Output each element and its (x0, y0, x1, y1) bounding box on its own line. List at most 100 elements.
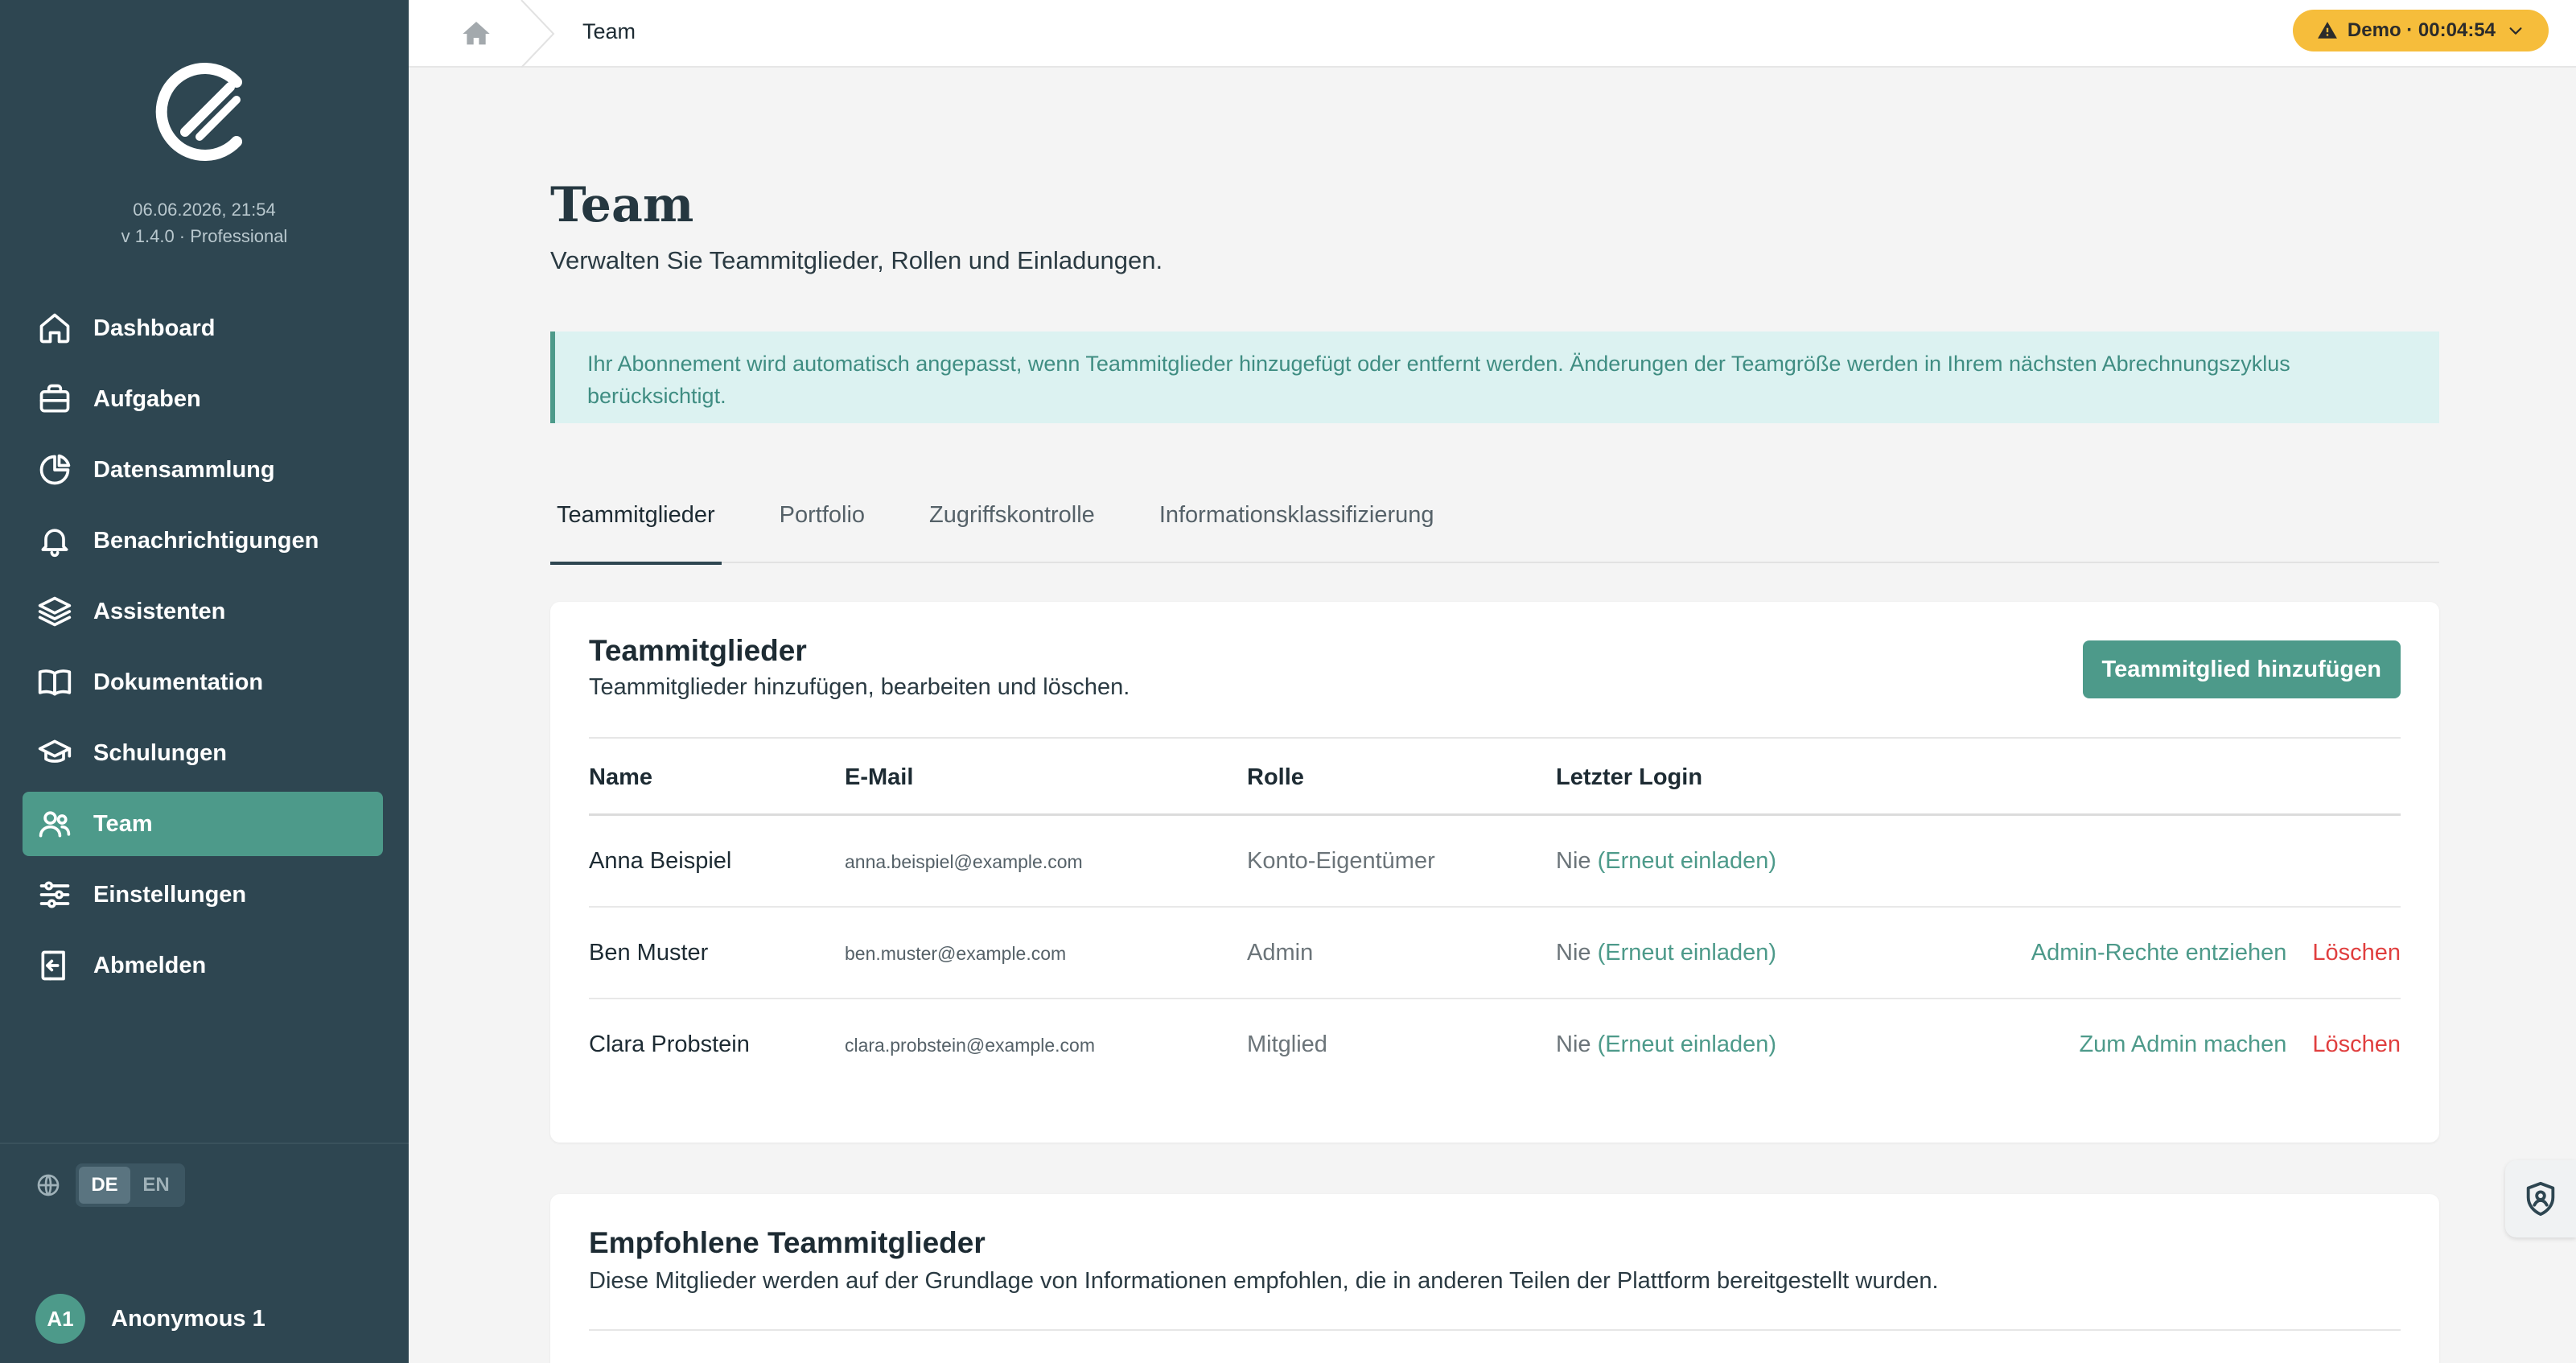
sidebar-item-abmelden[interactable]: Abmelden (23, 933, 383, 998)
member-email: clara.probstein@example.com (845, 1035, 1095, 1056)
warning-icon (2318, 22, 2337, 39)
home-icon (37, 311, 72, 346)
subscription-alert: Ihr Abonnement wird automatisch angepass… (550, 331, 2439, 423)
graduation-cap-icon (37, 735, 72, 771)
sidebar-item-label: Aufgaben (93, 385, 201, 412)
member-email: anna.beispiel@example.com (845, 851, 1083, 872)
table-row: Anna Beispiel anna.beispiel@example.com … (589, 816, 2401, 908)
sidebar-item-schulungen[interactable]: Schulungen (23, 721, 383, 785)
tab-bar: Teammitglieder Portfolio Zugriffskontrol… (550, 494, 2439, 565)
member-role: Admin (1247, 940, 1314, 966)
language-switcher: DE EN (35, 1163, 185, 1207)
tab-teammitglieder[interactable]: Teammitglieder (550, 494, 722, 565)
page-subtitle: Verwalten Sie Teammitglieder, Rollen und… (550, 246, 1163, 274)
avatar: A1 (35, 1294, 85, 1344)
language-en-button[interactable]: EN (130, 1167, 182, 1204)
breadcrumb[interactable]: Team (582, 19, 636, 44)
member-role: Mitglied (1247, 1032, 1327, 1057)
recommended-members-card: Empfohlene Teammitglieder Diese Mitglied… (550, 1194, 2439, 1363)
table-header: Name E-Mail Rolle Letzter Login (589, 737, 2401, 816)
globe-icon (35, 1172, 61, 1198)
sidebar-item-einstellungen[interactable]: Einstellungen (23, 863, 383, 927)
members-title: Teammitglieder (589, 634, 807, 667)
tab-zugriffskontrolle[interactable]: Zugriffskontrolle (923, 494, 1101, 563)
layers-icon (37, 594, 72, 629)
logout-icon (37, 948, 72, 983)
tab-informationsklassifizierung[interactable]: Informationsklassifizierung (1153, 494, 1441, 563)
recommended-title: Empfohlene Teammitglieder (589, 1226, 986, 1259)
delete-member-link[interactable]: Löschen (2312, 940, 2401, 966)
member-last-login: Nie (Erneut einladen) (1556, 848, 1776, 875)
book-icon (37, 665, 72, 700)
breadcrumb-separator (520, 0, 555, 68)
member-last-login: Nie (Erneut einladen) (1556, 940, 1776, 966)
add-member-button[interactable]: Teammitglied hinzufügen (2082, 640, 2401, 698)
column-role: Rolle (1247, 764, 1304, 790)
topbar: Team Demo · 00:04:54 (409, 0, 2576, 68)
sidebar-item-label: Dokumentation (93, 669, 264, 695)
member-role: Konto-Eigentümer (1247, 848, 1435, 874)
sidebar-item-dashboard[interactable]: Dashboard (23, 296, 383, 360)
table-row: Clara Probstein clara.probstein@example.… (589, 999, 2401, 1091)
app-version: v 1.4.0 · Professional (121, 226, 288, 246)
recommended-subtitle: Diese Mitglieder werden auf der Grundlag… (589, 1268, 1939, 1294)
page-title: Team (550, 177, 694, 233)
card-divider (589, 1329, 2401, 1331)
sidebar-nav: Dashboard Aufgaben Datensammlung Benachr… (23, 296, 383, 1004)
user-profile[interactable]: A1 Anonymous 1 (35, 1294, 265, 1344)
privacy-settings-button[interactable] (2505, 1160, 2576, 1237)
sidebar-item-team[interactable]: Team (23, 792, 383, 856)
shield-user-icon (2526, 1181, 2555, 1217)
sidebar-item-label: Benachrichtigungen (93, 527, 319, 554)
reinvite-link[interactable]: (Erneut einladen) (1598, 1032, 1776, 1057)
demo-label: Demo · 00:04:54 (2347, 19, 2496, 41)
reinvite-link[interactable]: (Erneut einladen) (1598, 940, 1776, 966)
pie-chart-icon (37, 452, 72, 488)
sidebar-item-benachrichtigungen[interactable]: Benachrichtigungen (23, 509, 383, 573)
language-de-button[interactable]: DE (79, 1167, 130, 1204)
tab-portfolio[interactable]: Portfolio (773, 494, 871, 563)
members-card: Teammitglieder Teammitglieder hinzufügen… (550, 602, 2439, 1143)
sidebar-item-datensammlung[interactable]: Datensammlung (23, 438, 383, 502)
sidebar-item-label: Team (93, 810, 153, 837)
member-email: ben.muster@example.com (845, 943, 1067, 964)
delete-member-link[interactable]: Löschen (2312, 1032, 2401, 1058)
user-name: Anonymous 1 (111, 1305, 265, 1332)
sidebar-item-dokumentation[interactable]: Dokumentation (23, 650, 383, 714)
revoke-admin-link[interactable]: Admin-Rechte entziehen (2031, 940, 2287, 966)
member-name: Anna Beispiel (589, 848, 732, 874)
member-last-login: Nie (Erneut einladen) (1556, 1032, 1776, 1058)
briefcase-icon (37, 381, 72, 417)
members-subtitle: Teammitglieder hinzufügen, bearbeiten un… (589, 674, 1130, 700)
sliders-icon (37, 877, 72, 912)
users-icon (37, 806, 72, 842)
bell-icon (37, 523, 72, 558)
table-row: Ben Muster ben.muster@example.com Admin … (589, 908, 2401, 999)
reinvite-link[interactable]: (Erneut einladen) (1598, 848, 1776, 874)
row-actions: Zum Admin machen Löschen (2079, 1032, 2401, 1058)
column-email: E-Mail (845, 764, 914, 790)
member-name: Ben Muster (589, 940, 709, 966)
app-logo[interactable] (153, 58, 253, 166)
home-icon[interactable] (460, 18, 492, 50)
sidebar-item-assistenten[interactable]: Assistenten (23, 579, 383, 644)
row-actions: Admin-Rechte entziehen Löschen (2031, 940, 2401, 966)
make-admin-link[interactable]: Zum Admin machen (2079, 1032, 2286, 1058)
sidebar-item-aufgaben[interactable]: Aufgaben (23, 367, 383, 431)
member-name: Clara Probstein (589, 1032, 750, 1057)
demo-badge[interactable]: Demo · 00:04:54 (2292, 10, 2549, 51)
language-toggle: DE EN (76, 1163, 185, 1207)
last-login-value: Nie (1556, 848, 1591, 874)
column-name: Name (589, 764, 652, 790)
sidebar-item-label: Schulungen (93, 739, 227, 766)
sidebar-item-label: Dashboard (93, 315, 216, 341)
sidebar-item-label: Datensammlung (93, 456, 275, 483)
last-login-value: Nie (1556, 940, 1591, 966)
sidebar-item-label: Einstellungen (93, 881, 247, 908)
current-datetime: 06.06.2026, 21:54 (133, 200, 276, 220)
chevron-down-icon (2509, 27, 2522, 35)
sidebar-divider (0, 1143, 409, 1144)
sidebar-item-label: Assistenten (93, 598, 226, 624)
sidebar-item-label: Abmelden (93, 952, 207, 978)
column-last-login: Letzter Login (1556, 764, 1703, 790)
